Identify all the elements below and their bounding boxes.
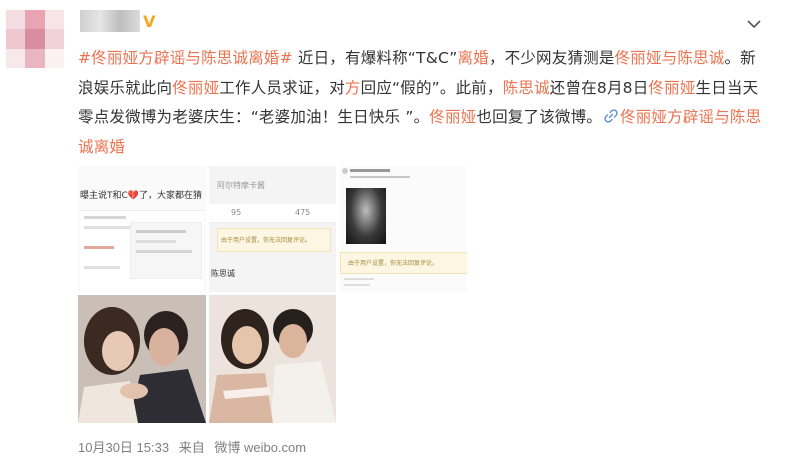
- keyword-link[interactable]: 方: [345, 79, 361, 97]
- post-text-segment: 也回复了该微博。: [476, 108, 603, 126]
- reply-disabled-notice: 由于用户设置，你无法回复评论。: [348, 260, 439, 267]
- hashtag-topic-link[interactable]: #佟丽娅方辟谣与陈思诚离婚#: [78, 49, 293, 67]
- thumbnail-screenshot-2[interactable]: 阿尔特摩卡酱 95 475 由于用户设置，你无法回复评论。 陈思诚: [209, 166, 336, 292]
- post-text-segment: 回应“假的”。此前，: [360, 78, 503, 97]
- photo-couple-1[interactable]: [78, 295, 206, 423]
- source-label: 来自: [178, 440, 205, 455]
- thumbnail-bottom-text: 陈思诚: [211, 269, 235, 278]
- thumbnail-screenshot-3[interactable]: 由于用户设置，你无法回复评论。: [340, 166, 467, 292]
- like-count: 475: [295, 208, 311, 217]
- chevron-down-icon[interactable]: [744, 14, 764, 34]
- post-text-segment: 还曾在8月8日: [549, 78, 649, 97]
- avatar[interactable]: [6, 10, 64, 68]
- comment-count: 95: [231, 208, 242, 217]
- keyword-link[interactable]: 离婚: [458, 49, 489, 67]
- thumbnail-caption: 曝主说T和C💔了，大家都在猜: [80, 191, 202, 201]
- thumbnail-username: 阿尔特摩卡酱: [217, 181, 265, 190]
- keyword-link[interactable]: 陈思诚: [503, 79, 550, 97]
- weibo-post-card: V #佟丽娅方辟谣与陈思诚离婚# 近日，有爆料称“T&C”离婚，不少网友猜测是佟…: [0, 0, 793, 470]
- photo-couple-2[interactable]: [209, 295, 336, 423]
- verified-badge-icon: V: [143, 12, 156, 31]
- keyword-link[interactable]: 佟丽娅: [648, 79, 695, 97]
- keyword-link[interactable]: 佟丽娅与陈思诚: [615, 49, 725, 67]
- photo-couple-1-image: [78, 295, 206, 423]
- keyword-link[interactable]: 佟丽娅: [172, 79, 219, 97]
- source-link[interactable]: 微博 weibo.com: [214, 440, 306, 455]
- link-icon: [604, 109, 618, 123]
- post-timestamp[interactable]: 10月30日 15:33: [78, 440, 169, 455]
- reply-disabled-notice: 由于用户设置，你无法回复评论。: [221, 237, 312, 244]
- post-text: #佟丽娅方辟谣与陈思诚离婚# 近日，有爆料称“T&C”离婚，不少网友猜测是佟丽娅…: [78, 44, 768, 162]
- username-blurred[interactable]: [80, 10, 140, 32]
- thumbnail-screenshot-1[interactable]: 曝主说T和C💔了，大家都在猜: [78, 166, 206, 292]
- post-text-segment: 工作人员求证，对: [219, 78, 345, 97]
- keyword-link[interactable]: 佟丽娅: [429, 108, 476, 126]
- post-text-segment: ，不少网友猜测是: [488, 49, 615, 67]
- post-text-segment: 近日，有爆料称“T&C”: [292, 49, 458, 67]
- photo-couple-2-image: [209, 295, 336, 423]
- post-meta: 10月30日 15:33 来自 微博 weibo.com: [78, 437, 312, 456]
